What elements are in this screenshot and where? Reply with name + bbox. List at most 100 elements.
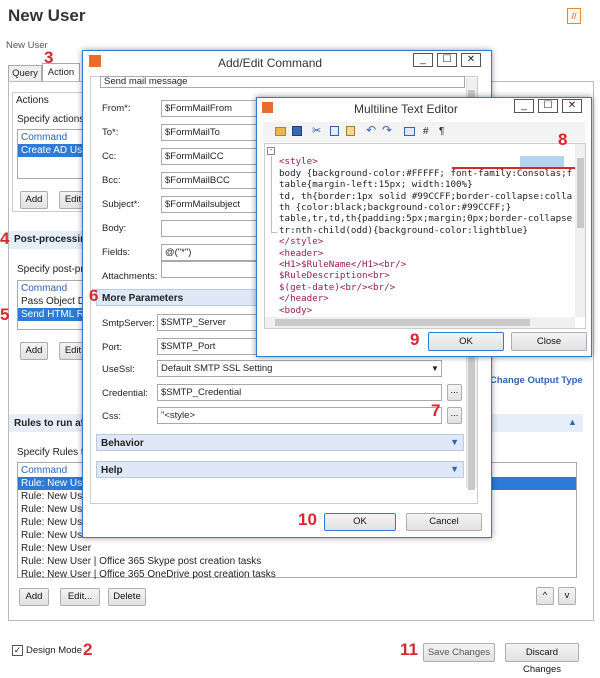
code-lines: <style> body {background-color:#FFFFF; fo… — [279, 145, 573, 328]
body-label: Body: — [102, 223, 127, 234]
cc-label: Cc: — [102, 151, 117, 162]
add-post-button[interactable]: Add — [20, 342, 48, 360]
cc-field[interactable]: $FormMailCC — [161, 148, 261, 165]
behavior-title: Behavior — [101, 438, 144, 449]
bcc-field[interactable]: $FormMailBCC — [161, 172, 261, 189]
editor-ok-button[interactable]: OK — [428, 332, 504, 351]
from-label: From*: — [102, 103, 131, 114]
fold-end-line — [271, 232, 277, 233]
add-edit-title: Add/Edit Command — [218, 56, 323, 70]
credential-browse-button[interactable]: ... — [447, 384, 462, 401]
help-section[interactable]: Help ▼ — [96, 461, 464, 478]
add-edit-ok-button[interactable]: OK — [324, 513, 396, 531]
list-header: Command — [21, 132, 68, 143]
list-item[interactable]: Create AD User — [18, 144, 86, 157]
post-processing-title: Post-processing — [14, 234, 93, 245]
list-item[interactable]: Rule: New User | Office 365 Skype post c… — [18, 555, 576, 568]
move-down-button[interactable]: v — [558, 587, 576, 605]
callout-5: 5 — [0, 305, 10, 324]
specify-actions-label: Specify actions t — [17, 114, 90, 125]
cut-icon[interactable]: ✂ — [312, 124, 321, 137]
bcc-label: Bcc: — [102, 175, 121, 186]
port-label: Port: — [102, 342, 123, 353]
page-icon[interactable]: // — [567, 8, 581, 24]
editor-text-area[interactable]: - <style> body {background-color:#FFFFF; … — [264, 143, 586, 329]
css-field[interactable]: "<style> — [157, 407, 442, 424]
list-item[interactable]: Rule: New User — [18, 542, 576, 555]
pilcrow-icon[interactable]: ¶ — [439, 126, 444, 137]
help-title: Help — [101, 465, 123, 476]
maximize-button[interactable]: ☐ — [437, 53, 457, 67]
code-line: table,tr,td,th{padding:5px;margin;0px;bo… — [279, 213, 573, 225]
code-line: <H1>$RuleName</H1><br/> — [279, 259, 407, 271]
undo-icon[interactable]: ↶ — [366, 123, 376, 137]
design-mode-checkbox[interactable]: ✓ — [12, 645, 23, 656]
credential-field[interactable]: $SMTP_Credential — [157, 384, 442, 401]
list-item[interactable]: Pass Object Da — [18, 295, 86, 308]
command-field[interactable]: Send mail message — [100, 76, 465, 88]
port-field[interactable]: $SMTP_Port — [157, 338, 259, 355]
rules-chevron-icon[interactable]: ▲ — [568, 417, 577, 427]
delete-rule-button[interactable]: Delete — [108, 588, 146, 606]
code-line: <header> — [279, 247, 324, 259]
css-browse-button[interactable]: ... — [447, 407, 462, 424]
editor-maximize-button[interactable]: ☐ — [538, 99, 558, 113]
add-rule-button[interactable]: Add — [19, 588, 49, 606]
smtp-server-field[interactable]: $SMTP_Server — [157, 314, 259, 331]
editor-h-scroll-thumb[interactable] — [275, 319, 530, 326]
add-action-button[interactable]: Add — [20, 191, 48, 209]
save-icon[interactable] — [292, 126, 302, 136]
css-label: Css: — [102, 411, 121, 422]
editor-close-button[interactable]: Close — [511, 332, 587, 351]
close-button[interactable]: ✕ — [461, 53, 481, 67]
chevron-down-icon[interactable]: ▼ — [431, 364, 439, 373]
hash-icon[interactable]: # — [423, 126, 429, 137]
edit-rule-button[interactable]: Edit... — [60, 588, 100, 606]
callout-10: 10 — [298, 510, 317, 529]
minimize-button[interactable]: _ — [413, 53, 433, 67]
fields-label: Fields: — [102, 247, 130, 258]
change-output-type-link[interactable]: Change Output Type — [490, 375, 583, 386]
editor-close-icon[interactable]: ✕ — [562, 99, 582, 113]
chevron-down-icon: ▼ — [450, 437, 459, 447]
subject-field[interactable]: $FormMailsubject — [161, 196, 261, 213]
actions-list[interactable]: Command Create AD User — [17, 129, 87, 179]
callout-7: 7 — [431, 401, 441, 420]
credential-label: Credential: — [102, 388, 148, 399]
add-edit-cancel-button[interactable]: Cancel — [406, 513, 482, 531]
callout-3: 3 — [44, 48, 54, 67]
attachments-field[interactable] — [161, 261, 261, 278]
code-line: $RuleDescription<br> — [279, 270, 390, 282]
editor-v-scroll-thumb[interactable] — [577, 158, 584, 228]
editor-app-icon — [262, 102, 273, 113]
fold-marker-icon[interactable]: - — [267, 147, 275, 155]
redo-icon[interactable]: ↷ — [382, 123, 392, 137]
fields-field[interactable]: @("*") — [161, 244, 261, 261]
callout-9: 9 — [410, 330, 420, 349]
behavior-section[interactable]: Behavior ▼ — [96, 434, 464, 451]
callout-11: 11 — [400, 640, 418, 659]
callout-6: 6 — [89, 286, 99, 305]
specify-rules-label: Specify Rules to — [17, 447, 90, 458]
to-field[interactable]: $FormMailTo — [161, 124, 261, 141]
insert-icon[interactable] — [404, 127, 415, 136]
move-up-button[interactable]: ^ — [536, 587, 554, 605]
body-field[interactable] — [161, 220, 261, 237]
specify-post-label: Specify post-pro — [17, 264, 90, 275]
editor-minimize-button[interactable]: _ — [514, 99, 534, 113]
from-field[interactable]: $FormMailFrom — [161, 100, 261, 117]
page-title: New User — [8, 6, 86, 25]
post-list[interactable]: Command Pass Object Da Send HTML Rep — [17, 280, 87, 330]
copy-icon[interactable] — [330, 126, 339, 136]
paste-icon[interactable] — [346, 126, 355, 136]
open-folder-icon[interactable] — [275, 127, 286, 136]
list-item[interactable]: Rule: New User | Office 365 OneDrive pos… — [18, 568, 576, 581]
code-line: th {color:black;background-color:#99CCFF… — [279, 202, 512, 214]
usessl-dropdown[interactable]: Default SMTP SSL Setting — [157, 360, 442, 377]
list-item[interactable]: Send HTML Rep — [18, 308, 86, 321]
tab-query[interactable]: Query — [8, 65, 42, 81]
smtp-server-label: SmtpServer: — [102, 318, 155, 329]
discard-changes-button[interactable]: Discard Changes — [505, 643, 579, 675]
save-changes-button[interactable]: Save Changes — [423, 643, 495, 662]
callout-8: 8 — [558, 130, 568, 149]
